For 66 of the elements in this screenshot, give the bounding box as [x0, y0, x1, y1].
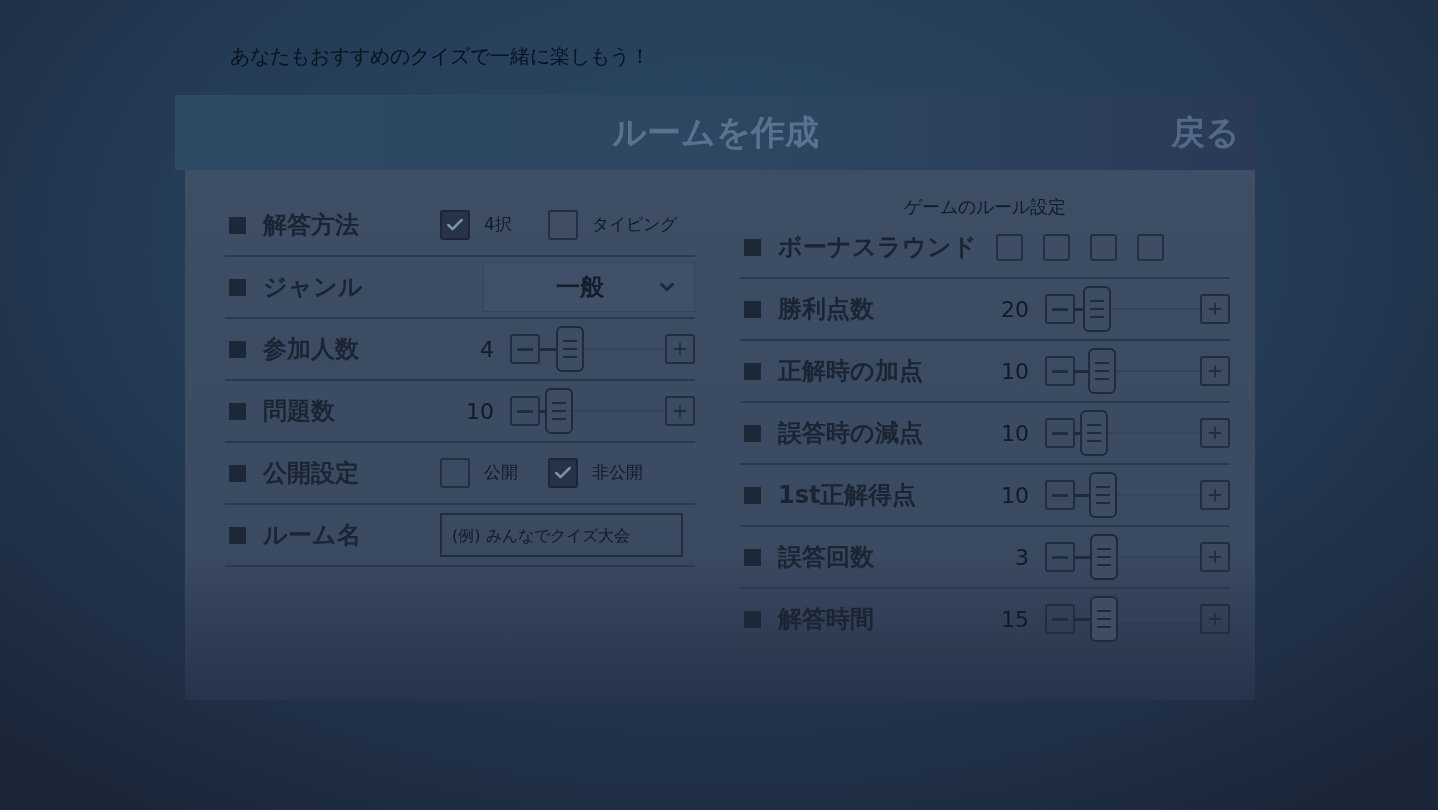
checkbox[interactable]: [996, 233, 1023, 261]
option-label: タイピング: [592, 213, 678, 237]
stepper-value: 4: [479, 335, 494, 364]
option-label: 4択: [484, 213, 513, 237]
square-bullet-icon: [744, 486, 761, 504]
checkbox[interactable]: [1090, 233, 1117, 261]
square-bullet-icon: [744, 300, 761, 318]
minus-icon: [1052, 307, 1068, 311]
minus-icon: [517, 347, 533, 351]
square-bullet-icon: [744, 362, 761, 380]
genre-select[interactable]: 一般: [483, 262, 695, 312]
slider-thumb[interactable]: [1080, 410, 1108, 456]
stepper-value: 10: [1000, 357, 1029, 386]
slider-thumb[interactable]: [1090, 596, 1118, 642]
stepper-value: 20: [1000, 295, 1029, 324]
room-name-field[interactable]: (例) みんなでクイズ大会: [440, 513, 683, 557]
minus-icon: [1052, 493, 1068, 497]
slider-thumb[interactable]: [556, 326, 585, 372]
increment-button[interactable]: [665, 396, 695, 426]
stepper-value: 3: [1014, 543, 1029, 572]
option-label: 公開: [484, 461, 519, 485]
slider-thumb[interactable]: [1090, 534, 1118, 580]
checkbox[interactable]: [548, 458, 578, 488]
square-bullet-icon: [744, 238, 761, 256]
square-bullet-icon: [229, 526, 246, 544]
checkbox[interactable]: [1043, 233, 1070, 261]
square-bullet-icon: [229, 340, 246, 358]
plus-icon: [1206, 424, 1224, 442]
checkbox[interactable]: [548, 210, 578, 240]
square-bullet-icon: [229, 278, 246, 296]
checkbox[interactable]: [440, 210, 470, 240]
option-label: 非公開: [592, 461, 644, 485]
notice-text: あなたもおすすめのクイズで一緒に楽しもう！: [230, 43, 650, 70]
slider-thumb[interactable]: [1082, 286, 1111, 332]
stepper-value: 10: [465, 397, 494, 426]
increment-button[interactable]: [665, 334, 695, 364]
slider-thumb[interactable]: [545, 388, 573, 434]
square-bullet-icon: [744, 424, 761, 442]
increment-button[interactable]: [1200, 418, 1230, 448]
minus-icon: [1052, 431, 1068, 435]
square-bullet-icon: [744, 548, 761, 566]
square-bullet-icon: [229, 464, 246, 482]
increment-button[interactable]: [1200, 542, 1230, 572]
stepper-value: 10: [1000, 481, 1029, 510]
plus-icon: [1206, 300, 1224, 318]
increment-button[interactable]: [1200, 356, 1230, 386]
increment-button[interactable]: [1200, 604, 1230, 634]
slider-thumb[interactable]: [1087, 348, 1116, 394]
square-bullet-icon: [229, 402, 246, 420]
increment-button[interactable]: [1200, 294, 1230, 324]
plus-icon: [671, 340, 689, 358]
plus-icon: [671, 402, 689, 420]
stepper-value: 10: [1000, 419, 1029, 448]
slider-thumb[interactable]: [1088, 472, 1117, 518]
plus-icon: [1206, 362, 1224, 380]
plus-icon: [1206, 548, 1224, 566]
plus-icon: [1206, 610, 1224, 628]
checkbox[interactable]: [1137, 233, 1164, 261]
square-bullet-icon: [744, 610, 761, 628]
minus-icon: [517, 409, 533, 413]
increment-button[interactable]: [1200, 480, 1230, 510]
square-bullet-icon: [229, 216, 246, 234]
plus-icon: [1206, 486, 1224, 504]
checkbox[interactable]: [440, 458, 470, 488]
rules-heading: ゲームのルール設定: [904, 194, 1066, 219]
minus-icon: [1052, 369, 1068, 373]
